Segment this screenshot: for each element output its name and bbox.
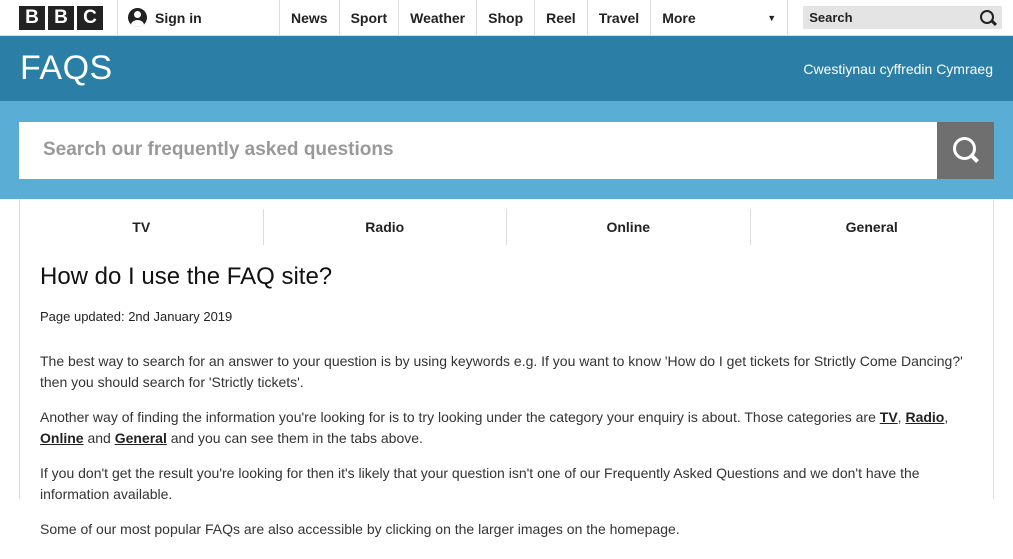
faq-article: How do I use the FAQ site? Page updated:… bbox=[20, 263, 993, 540]
separator-text: and bbox=[83, 430, 115, 446]
nav-link-news[interactable]: News bbox=[279, 0, 339, 35]
chevron-down-icon: ▼ bbox=[767, 12, 777, 23]
logo-letter: B bbox=[48, 5, 74, 30]
tab-online[interactable]: Online bbox=[506, 209, 750, 245]
primary-nav: News Sport Weather Shop Reel Travel More… bbox=[279, 0, 789, 35]
main-content: TV Radio Online General How do I use the… bbox=[19, 199, 994, 537]
welsh-faq-link[interactable]: Cwestiynau cyffredin Cymraeg bbox=[803, 61, 993, 77]
nav-link-travel[interactable]: Travel bbox=[586, 0, 650, 35]
more-label: More bbox=[662, 9, 696, 26]
nav-link-shop[interactable]: Shop bbox=[476, 0, 534, 35]
global-search-input[interactable]: Search bbox=[803, 6, 1003, 29]
page-title[interactable]: FAQS bbox=[20, 49, 113, 88]
nav-link-sport[interactable]: Sport bbox=[338, 0, 399, 35]
search-icon bbox=[952, 137, 979, 163]
faq-search-button[interactable] bbox=[937, 121, 994, 179]
tab-tv[interactable]: TV bbox=[20, 209, 263, 245]
faq-search-band: Search our frequently asked questions bbox=[0, 101, 1013, 199]
article-paragraph: Some of our most popular FAQs are also a… bbox=[40, 521, 680, 537]
article-paragraph-categories: Another way of finding the information y… bbox=[40, 407, 973, 449]
faq-header: FAQS Cwestiynau cyffredin Cymraeg bbox=[0, 36, 1013, 101]
article-paragraph: The best way to search for an answer to … bbox=[40, 353, 963, 390]
separator-text: , bbox=[944, 409, 949, 425]
article-paragraph: If you don't get the result you're looki… bbox=[40, 465, 920, 502]
category-link-general[interactable]: General bbox=[115, 430, 167, 446]
sign-in-link[interactable]: Sign in bbox=[117, 0, 279, 35]
bbc-logo[interactable]: B B C bbox=[0, 0, 117, 35]
nav-link-weather[interactable]: Weather bbox=[398, 0, 476, 35]
nav-link-reel[interactable]: Reel bbox=[534, 0, 587, 35]
category-link-radio[interactable]: Radio bbox=[905, 409, 944, 425]
category-link-tv[interactable]: TV bbox=[880, 409, 898, 425]
article-title: How do I use the FAQ site? bbox=[40, 263, 333, 290]
global-nav: B B C Sign in News Sport Weather Shop Re… bbox=[0, 0, 1013, 36]
faq-search-input[interactable]: Search our frequently asked questions bbox=[19, 121, 937, 179]
logo-letter: C bbox=[77, 5, 103, 30]
category-link-online[interactable]: Online bbox=[40, 430, 84, 446]
category-tabs: TV Radio Online General bbox=[20, 199, 993, 247]
paragraph-text: Another way of finding the information y… bbox=[40, 409, 880, 425]
global-search-label: Search bbox=[809, 10, 853, 25]
sign-in-label: Sign in bbox=[155, 9, 202, 26]
page-updated-date: Page updated: 2nd January 2019 bbox=[40, 309, 233, 324]
nav-more-menu[interactable]: More ▼ bbox=[650, 0, 789, 35]
paragraph-text: and you can see them in the tabs above. bbox=[166, 430, 423, 446]
user-icon bbox=[128, 8, 147, 27]
logo-letter: B bbox=[19, 5, 45, 30]
tab-radio[interactable]: Radio bbox=[262, 209, 507, 245]
search-icon bbox=[980, 9, 996, 26]
tab-general[interactable]: General bbox=[749, 209, 994, 245]
